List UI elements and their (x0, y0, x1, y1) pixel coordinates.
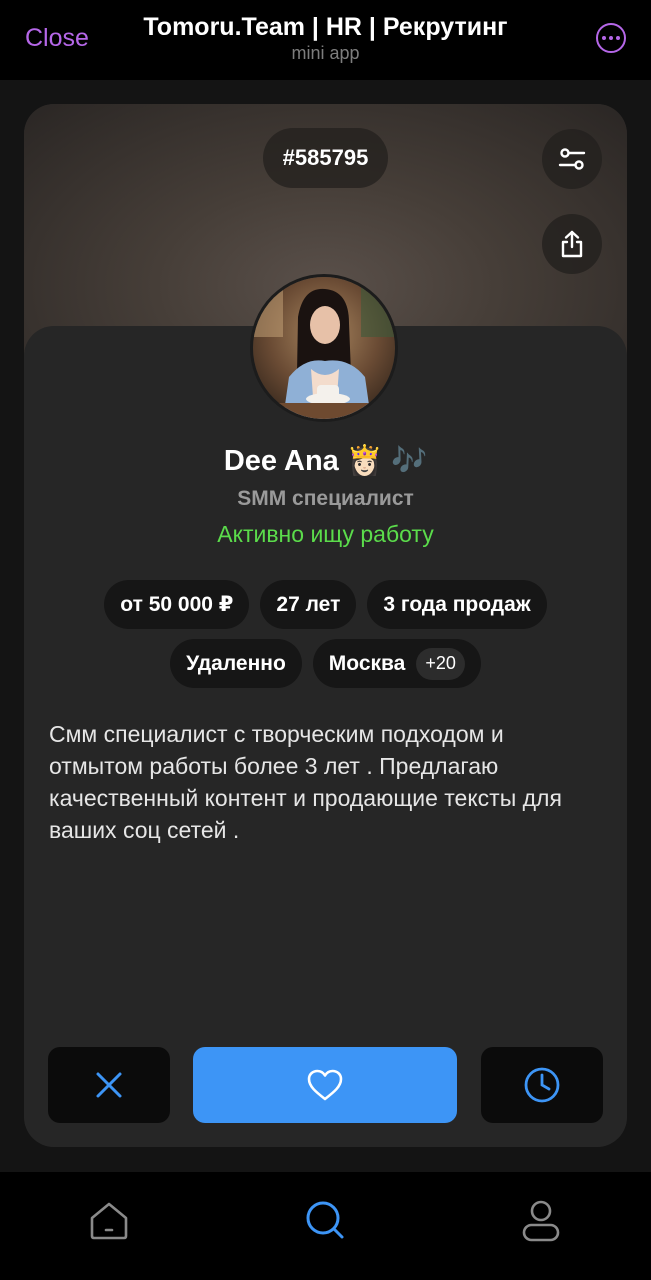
candidate-card: #585795 Dee Ana 👸🏻 🎶 SMM специалист Акти… (24, 104, 627, 1147)
app-subtitle: mini app (291, 43, 360, 63)
top-bar: Close Tomoru.Team | HR | Рекрутинг mini … (0, 0, 651, 80)
nav-profile[interactable] (519, 1198, 563, 1242)
candidate-description: Смм специалист с творческим подходом и о… (49, 721, 562, 843)
candidate-role: SMM специалист (237, 487, 414, 510)
clock-icon (524, 1067, 560, 1103)
candidate-name: Dee Ana 👸🏻 🎶 (223, 445, 428, 477)
close-icon (96, 1072, 122, 1098)
title-block: Tomoru.Team | HR | Рекрутинг mini app (0, 12, 651, 64)
app-title: Tomoru.Team | HR | Рекрутинг (143, 13, 508, 41)
home-icon (90, 1202, 128, 1240)
filter-button[interactable] (542, 129, 602, 189)
sliders-icon (558, 148, 586, 170)
search-icon (306, 1201, 344, 1239)
salary-chip: от 50 000 ₽ (104, 580, 250, 629)
share-icon (561, 230, 583, 258)
more-options-icon[interactable] (596, 23, 626, 53)
city-label: Москва (328, 651, 406, 675)
age-chip: 27 лет (260, 580, 357, 629)
more-cities-badge: +20 (416, 647, 465, 680)
profile-icon (522, 1200, 560, 1242)
bottom-nav (0, 1172, 651, 1280)
candidate-avatar (250, 274, 398, 422)
nav-home[interactable] (87, 1198, 131, 1242)
chips-row-1: от 50 000 ₽ 27 лет 3 года продаж (24, 580, 627, 629)
heart-icon (307, 1069, 343, 1101)
work-format-chip: Удаленно (170, 639, 302, 688)
chips-row-2: Удаленно Москва +20 (24, 639, 627, 688)
like-button[interactable] (193, 1047, 457, 1123)
experience-chip: 3 года продаж (367, 580, 547, 629)
job-search-status: Активно ищу работу (217, 521, 434, 547)
reject-button[interactable] (48, 1047, 170, 1123)
later-button[interactable] (481, 1047, 603, 1123)
city-chip[interactable]: Москва +20 (312, 639, 481, 688)
candidate-id-badge: #585795 (263, 128, 388, 188)
nav-search[interactable] (303, 1198, 347, 1242)
share-button[interactable] (542, 214, 602, 274)
